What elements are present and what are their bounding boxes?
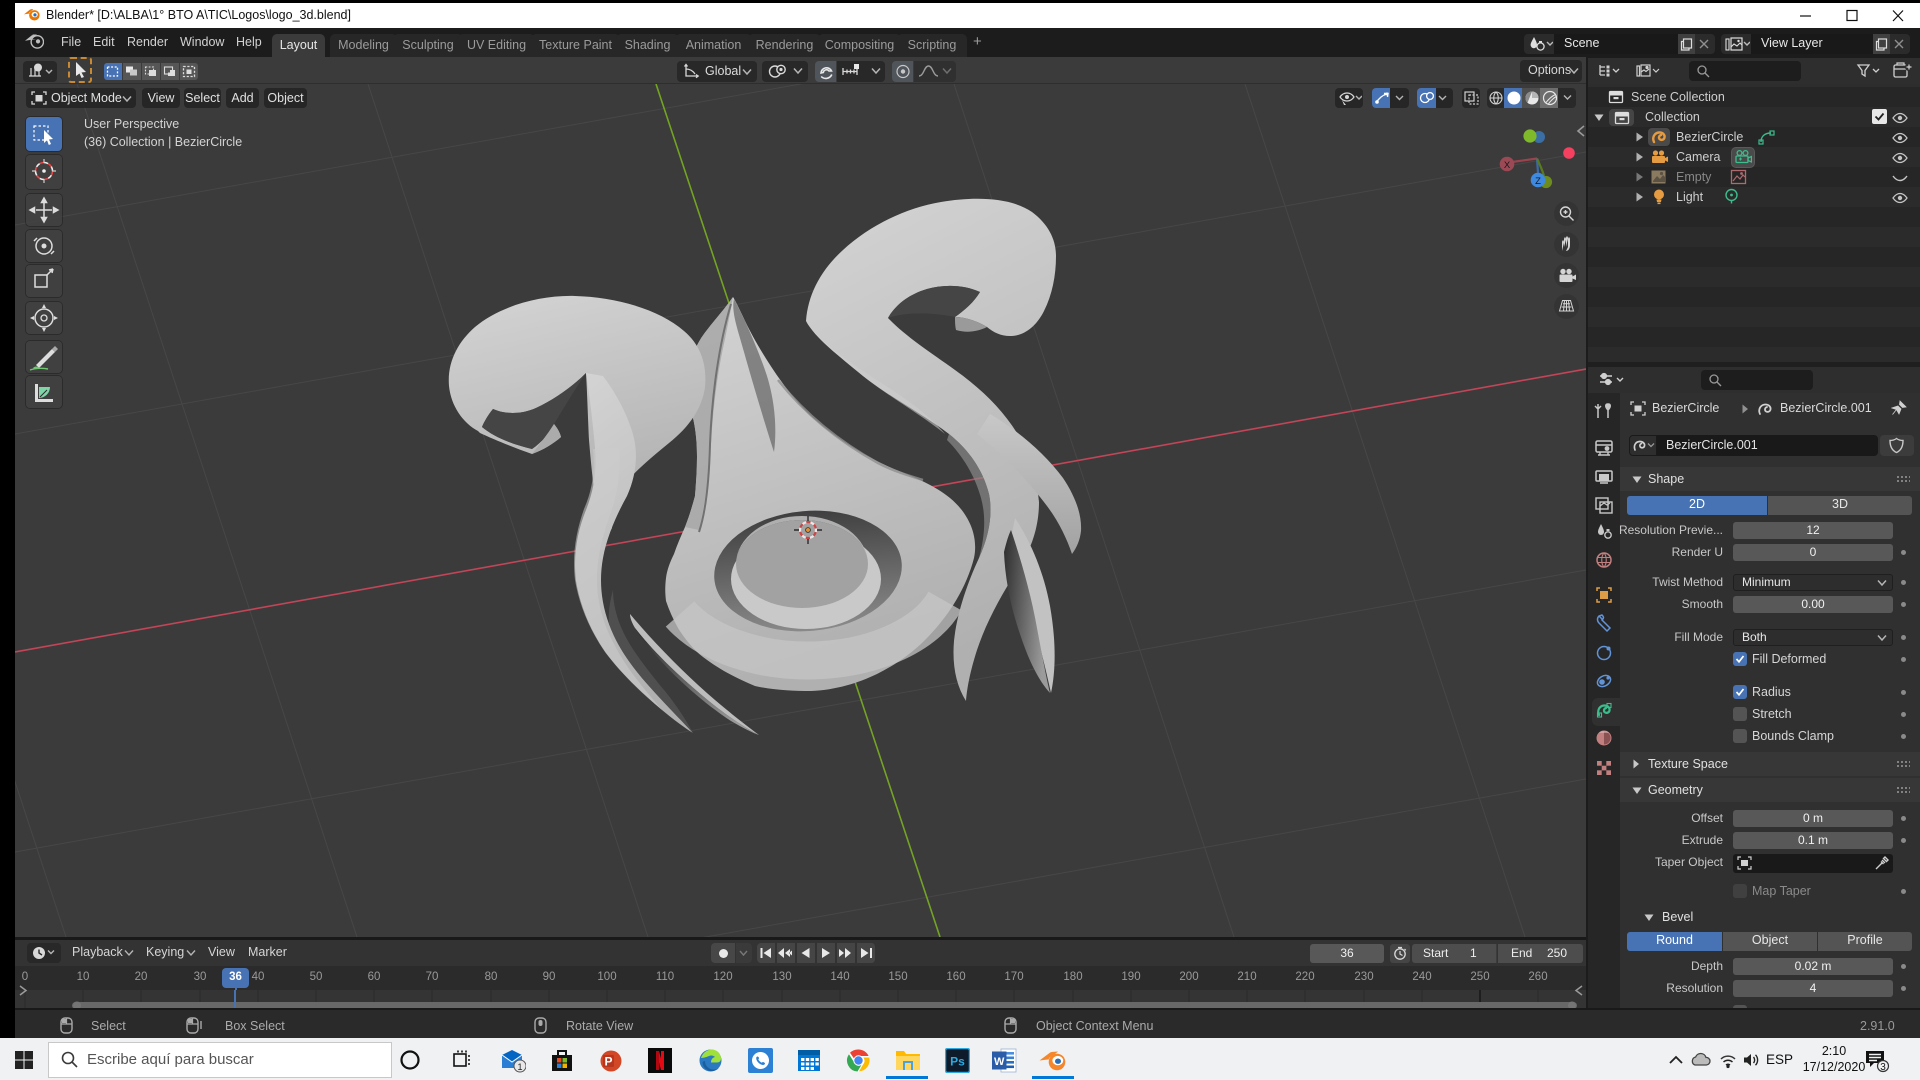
svg-text:3: 3	[1880, 1062, 1886, 1073]
svg-text:1: 1	[517, 1062, 522, 1072]
svg-text:Z: Z	[1535, 176, 1541, 187]
svg-text:P: P	[604, 1055, 612, 1069]
svg-text:X: X	[1504, 160, 1511, 171]
svg-text:Ps: Ps	[950, 1055, 965, 1069]
svg-text:W: W	[994, 1056, 1005, 1068]
